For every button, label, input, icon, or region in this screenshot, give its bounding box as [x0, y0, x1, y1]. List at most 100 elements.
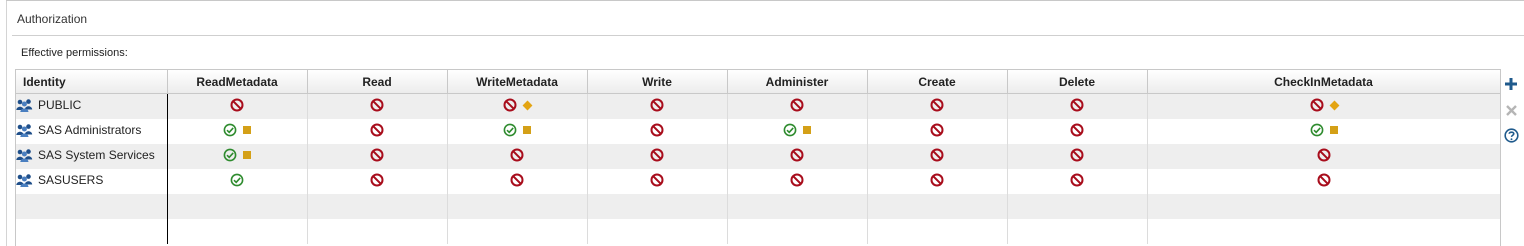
permission-marks — [370, 98, 384, 112]
group-icon — [16, 173, 33, 187]
column-header-delete[interactable]: Delete — [1007, 70, 1148, 94]
identity-name: PUBLIC — [38, 98, 82, 112]
permission-cell-write[interactable] — [587, 169, 728, 194]
column-header-read[interactable]: Read — [307, 70, 448, 94]
permission-marks — [650, 98, 664, 112]
grant-check-icon — [503, 123, 517, 137]
permission-marks — [650, 173, 664, 187]
permission-cell-readmetadata[interactable] — [167, 169, 308, 194]
permission-cell-administer[interactable] — [727, 93, 868, 119]
permission-cell-write[interactable] — [587, 93, 728, 119]
permission-cell-create[interactable] — [867, 169, 1008, 194]
permission-cell-read[interactable] — [307, 119, 448, 144]
permission-cell-administer[interactable] — [727, 169, 868, 194]
permission-cell-writemetadata[interactable] — [447, 119, 588, 144]
permission-marks — [790, 173, 804, 187]
permission-cell-create[interactable] — [867, 93, 1008, 119]
permission-marks — [650, 148, 664, 162]
permission-marks — [230, 98, 244, 112]
empty-cell — [447, 194, 588, 219]
permission-cell-writemetadata[interactable] — [447, 93, 588, 119]
permission-cell-readmetadata[interactable] — [167, 93, 308, 119]
permission-marks — [1070, 123, 1084, 137]
permission-cell-checkinmetadata[interactable] — [1147, 144, 1500, 169]
empty-cell — [727, 219, 868, 244]
identity-cell[interactable]: SASUSERS — [16, 169, 168, 194]
remove-button[interactable] — [1502, 101, 1520, 119]
close-icon — [1505, 104, 1517, 116]
header-row: Identity ReadMetadata Read WriteMetadata… — [16, 70, 1500, 94]
permission-cell-delete[interactable] — [1007, 169, 1148, 194]
deny-icon — [370, 173, 384, 187]
permission-marks — [790, 98, 804, 112]
permissions-grid: Identity ReadMetadata Read WriteMetadata… — [15, 69, 1501, 246]
permission-cell-read[interactable] — [307, 93, 448, 119]
deny-icon — [510, 148, 524, 162]
explicit-square-icon — [523, 126, 531, 134]
column-header-write[interactable]: Write — [587, 70, 728, 94]
permissions-table: Identity ReadMetadata Read WriteMetadata… — [16, 70, 1500, 244]
deny-icon — [650, 173, 664, 187]
permission-marks — [783, 123, 811, 137]
deny-icon — [1070, 123, 1084, 137]
panel-title: Authorization — [17, 12, 88, 26]
permission-cell-delete[interactable] — [1007, 93, 1148, 119]
permission-marks — [930, 123, 944, 137]
deny-icon — [230, 98, 244, 112]
column-header-identity[interactable]: Identity — [16, 70, 168, 94]
group-icon — [16, 98, 33, 112]
permission-cell-read[interactable] — [307, 144, 448, 169]
identity-cell[interactable]: SAS Administrators — [16, 119, 168, 144]
group-icon — [16, 123, 33, 137]
permission-marks — [1070, 98, 1084, 112]
help-button[interactable] — [1502, 126, 1520, 144]
empty-cell — [587, 194, 728, 219]
add-button[interactable] — [1502, 75, 1520, 93]
identity-cell[interactable]: PUBLIC — [16, 93, 168, 119]
permission-cell-readmetadata[interactable] — [167, 119, 308, 144]
permission-marks — [1070, 173, 1084, 187]
explicit-square-icon — [1329, 126, 1338, 134]
permission-cell-delete[interactable] — [1007, 119, 1148, 144]
group-icon — [16, 148, 33, 162]
table-row[interactable]: SASUSERS — [16, 169, 1500, 194]
permission-cell-administer[interactable] — [727, 144, 868, 169]
permission-marks — [1317, 173, 1331, 187]
deny-icon — [650, 148, 664, 162]
empty-cell — [587, 219, 728, 244]
deny-icon — [1310, 98, 1324, 112]
empty-cell — [16, 219, 168, 244]
permission-cell-write[interactable] — [587, 144, 728, 169]
permission-cell-create[interactable] — [867, 144, 1008, 169]
permission-cell-checkinmetadata[interactable] — [1147, 93, 1500, 119]
permission-cell-checkinmetadata[interactable] — [1147, 169, 1500, 194]
permission-cell-writemetadata[interactable] — [447, 169, 588, 194]
permission-marks — [503, 98, 533, 112]
permission-cell-administer[interactable] — [727, 119, 868, 144]
column-header-administer[interactable]: Administer — [727, 70, 868, 94]
column-header-readmetadata[interactable]: ReadMetadata — [167, 70, 308, 94]
permission-cell-create[interactable] — [867, 119, 1008, 144]
conditional-diamond-icon — [1329, 100, 1339, 110]
column-header-writemetadata[interactable]: WriteMetadata — [447, 70, 588, 94]
column-header-create[interactable]: Create — [867, 70, 1008, 94]
permission-cell-read[interactable] — [307, 169, 448, 194]
empty-cell — [307, 219, 448, 244]
permissions-body: PUBLIC SAS Administrators SAS System Servi… — [16, 93, 1500, 244]
permission-cell-readmetadata[interactable] — [167, 144, 308, 169]
table-row[interactable]: PUBLIC — [16, 93, 1500, 119]
permission-marks — [510, 148, 524, 162]
identity-cell[interactable]: SAS System Services — [16, 144, 168, 169]
permission-cell-delete[interactable] — [1007, 144, 1148, 169]
grant-check-icon — [1310, 123, 1324, 137]
column-header-checkinmetadata[interactable]: CheckInMetadata — [1147, 70, 1500, 94]
top-border — [6, 0, 1524, 1]
permission-cell-writemetadata[interactable] — [447, 144, 588, 169]
permission-marks — [223, 123, 251, 137]
deny-icon — [510, 173, 524, 187]
title-divider — [12, 35, 1524, 36]
permission-cell-write[interactable] — [587, 119, 728, 144]
permission-cell-checkinmetadata[interactable] — [1147, 119, 1500, 144]
table-row[interactable]: SAS System Services — [16, 144, 1500, 169]
table-row[interactable]: SAS Administrators — [16, 119, 1500, 144]
